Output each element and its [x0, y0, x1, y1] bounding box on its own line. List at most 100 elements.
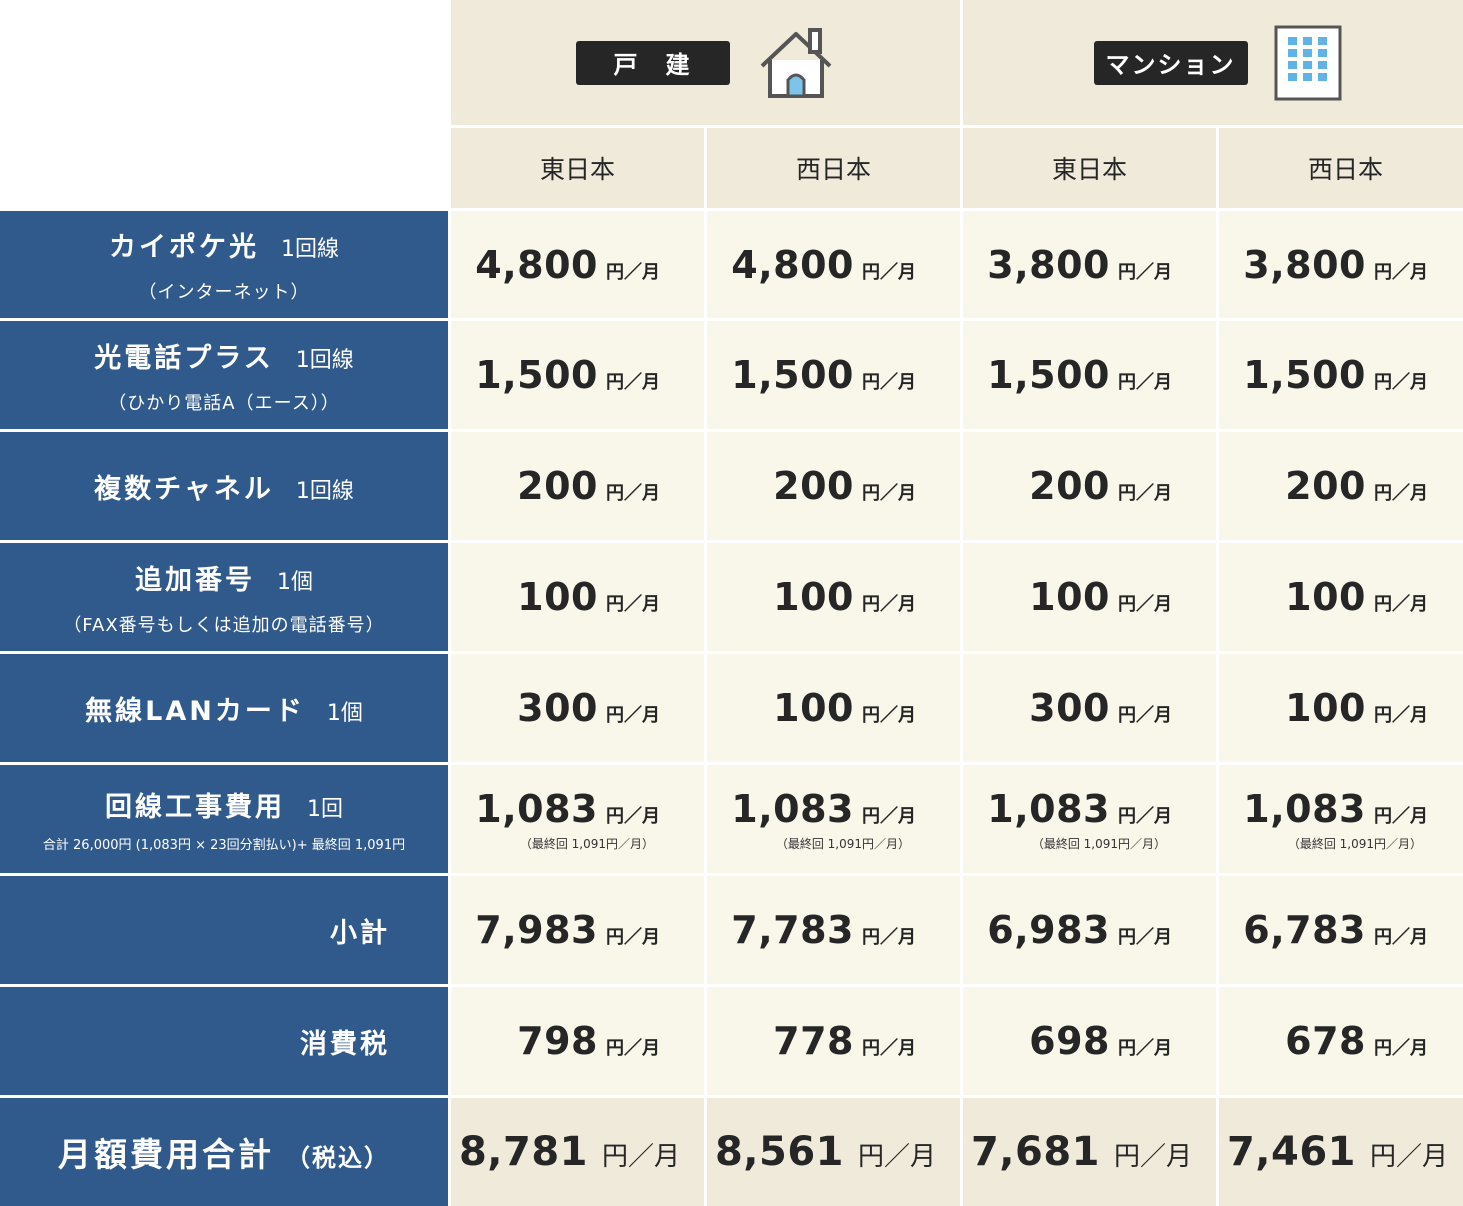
final-payment-note: （最終回 1,091円／月）: [519, 836, 654, 851]
price-unit: 円／月: [606, 705, 660, 726]
price-value: 1,083: [731, 786, 854, 831]
price-cell: 200 円／月: [451, 432, 704, 540]
row-label-main: 複数チャネル: [94, 473, 274, 505]
price-unit: 円／月: [1374, 927, 1428, 948]
price-cell: 300 円／月: [451, 654, 704, 762]
price-value: 100: [773, 575, 854, 619]
price-cell: 200 円／月: [1219, 432, 1463, 540]
price-unit: 円／月: [1374, 805, 1428, 827]
price-cell: 300 円／月: [963, 654, 1216, 762]
price-value: 200: [773, 464, 854, 508]
price-cell: 1,083 円／月 （最終回 1,091円／月）: [451, 765, 704, 873]
price-cell: 4,800 円／月: [707, 211, 960, 318]
row-label-sub: 合計 26,000円 (1,083円 × 23回分割払い)+ 最終回 1,091…: [42, 838, 406, 853]
price-unit: 円／月: [862, 372, 916, 393]
price-value: 698: [1029, 1019, 1110, 1063]
row-label-unit: 1個: [277, 569, 313, 595]
row-label-multichannel: 複数チャネル 1回線: [0, 432, 448, 540]
row-label-main: 無線LANカード: [85, 695, 305, 727]
price-cell: 778 円／月: [707, 987, 960, 1095]
price-unit: 円／月: [1118, 927, 1172, 948]
price-table: 戸 建 マンション 東日本 西日本 東日本 西日本 カイポケ光 1回線 （インター…: [0, 0, 1463, 1206]
price-cell: 1,083 円／月 （最終回 1,091円／月）: [1219, 765, 1463, 873]
price-cell: 1,500 円／月: [963, 321, 1216, 429]
price-value: 1,083: [987, 786, 1110, 831]
price-cell: 6,983 円／月: [963, 876, 1216, 984]
total-cell: 7,681 円／月: [963, 1098, 1216, 1206]
price-unit: 円／月: [1374, 261, 1428, 283]
price-unit: 円／月: [1118, 372, 1172, 393]
price-value: 3,800: [1243, 242, 1366, 287]
price-value: 6,983: [987, 908, 1110, 952]
price-value: 1,083: [475, 786, 598, 831]
row-label-sub: （ひかり電話A（エース））: [108, 392, 340, 414]
price-cell: 1,083 円／月 （最終回 1,091円／月）: [707, 765, 960, 873]
region-header: 西日本: [707, 128, 960, 208]
price-value: 100: [1285, 686, 1366, 730]
price-cell: 3,800 円／月: [963, 211, 1216, 318]
corner-blank: [0, 0, 448, 208]
price-cell: 100 円／月: [1219, 654, 1463, 762]
price-unit: 円／月: [601, 1142, 680, 1172]
price-cell: 100 円／月: [707, 654, 960, 762]
price-value: 4,800: [731, 242, 854, 287]
mansion-badge: マンション: [1093, 40, 1248, 85]
price-unit: 円／月: [862, 261, 916, 283]
row-label-unit: 1回線: [295, 347, 354, 373]
house-icon: [760, 27, 831, 98]
row-label-unit: 1回線: [281, 237, 339, 262]
price-unit: 円／月: [1118, 805, 1172, 827]
price-value: 6,783: [1243, 908, 1366, 952]
final-payment-note: （最終回 1,091円／月）: [1287, 836, 1422, 851]
final-payment-note: （最終回 1,091円／月）: [1031, 836, 1166, 851]
price-value: 798: [517, 1019, 598, 1063]
price-cell: 100 円／月: [963, 543, 1216, 651]
house-badge: 戸 建: [575, 40, 730, 85]
price-value: 1,500: [731, 353, 854, 397]
price-unit: 円／月: [1374, 705, 1428, 726]
price-unit: 円／月: [862, 594, 916, 615]
row-label-monthly-total: 月額費用合計 （税込）: [0, 1098, 448, 1206]
price-unit: 円／月: [606, 1038, 660, 1059]
price-value: 1,500: [1243, 353, 1366, 397]
price-cell: 798 円／月: [451, 987, 704, 1095]
price-cell: 1,500 円／月: [451, 321, 704, 429]
price-value: 100: [1285, 575, 1366, 619]
row-label-extra-number: 追加番号 1個 （FAX番号もしくは追加の電話番号）: [0, 543, 448, 651]
price-unit: 円／月: [606, 927, 660, 948]
price-unit: 円／月: [1374, 483, 1428, 504]
row-label-subtotal: 小計: [0, 876, 448, 984]
price-value: 1,500: [987, 353, 1110, 397]
price-value: 100: [517, 575, 598, 619]
row-label-main: 消費税: [300, 1028, 390, 1060]
price-value: 3,800: [987, 242, 1110, 287]
price-value: 1,500: [475, 353, 598, 397]
price-cell: 7,783 円／月: [707, 876, 960, 984]
price-cell: 1,083 円／月 （最終回 1,091円／月）: [963, 765, 1216, 873]
price-value: 100: [1029, 575, 1110, 619]
price-cell: 6,783 円／月: [1219, 876, 1463, 984]
row-label-main: 回線工事費用: [105, 792, 285, 823]
price-unit: 円／月: [1374, 1038, 1428, 1059]
price-value: 200: [517, 464, 598, 508]
price-unit: 円／月: [1118, 594, 1172, 615]
row-label-sub: （インターネット）: [138, 282, 310, 303]
row-label-unit: 1回: [307, 797, 343, 822]
total-label: 月額費用合計: [58, 1135, 274, 1174]
price-cell: 1,500 円／月: [707, 321, 960, 429]
price-value: 7,783: [731, 908, 854, 952]
price-unit: 円／月: [1118, 705, 1172, 726]
row-label-main: 小計: [330, 917, 390, 949]
price-unit: 円／月: [862, 805, 916, 827]
region-header: 東日本: [451, 128, 704, 208]
price-unit: 円／月: [862, 705, 916, 726]
row-label-unit: 1個: [326, 700, 363, 726]
price-value: 300: [517, 686, 598, 730]
price-cell: 100 円／月: [707, 543, 960, 651]
price-unit: 円／月: [1369, 1142, 1448, 1172]
header-house: 戸 建: [451, 0, 960, 125]
price-cell: 1,500 円／月: [1219, 321, 1463, 429]
price-unit: 円／月: [606, 372, 660, 393]
price-value: 200: [1285, 464, 1366, 508]
price-cell: 200 円／月: [707, 432, 960, 540]
